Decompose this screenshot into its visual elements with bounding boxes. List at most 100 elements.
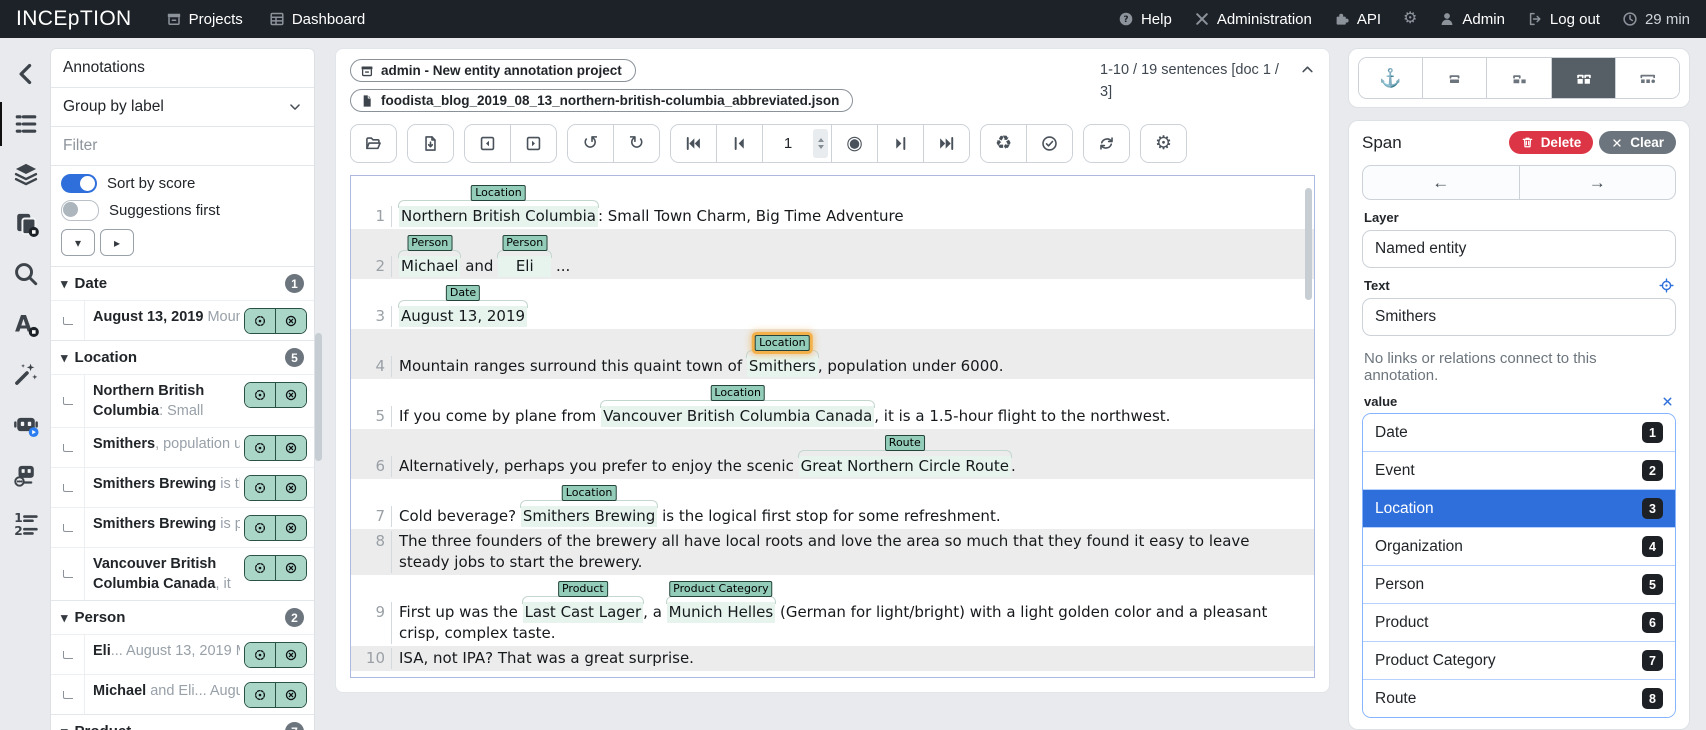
group-header-location[interactable]: ▾ Location 5 [51,340,314,374]
reject-annotation-button[interactable] [275,643,306,667]
rail-item-robot[interactable] [0,402,50,446]
clear-button[interactable]: Clear [1599,131,1676,154]
reject-annotation-button[interactable] [275,309,306,333]
redo-button[interactable]: ↻ [613,125,659,162]
suggestion-item[interactable]: Smithers Brewing is th [51,467,314,507]
nav-item-projects[interactable]: Projects [166,11,243,28]
rail-item-magic-wand[interactable] [0,352,50,396]
value-option-person[interactable]: Person 5 [1363,565,1675,603]
annotated-span[interactable]: Vancouver British Columbia Canada Locatio… [600,385,876,427]
pin-scroll-button[interactable]: ⚓ [1359,58,1423,98]
jump-to-annotation-button[interactable] [245,383,275,407]
undo-button[interactable]: ↺ [568,125,613,162]
mode-wide-button[interactable] [1614,58,1679,98]
annotated-span[interactable]: August 13, 2019 Date [397,285,529,327]
nav-item-admin[interactable]: Admin [1439,11,1505,28]
annotated-span[interactable]: Great Northern Circle Route Route [797,435,1013,477]
refresh-button[interactable] [1084,125,1129,162]
reject-annotation-button[interactable] [275,476,306,500]
annotated-span[interactable]: Northern British Columbia Location [398,185,599,227]
mode-chips-button[interactable] [1550,58,1615,98]
nav-item-dashboard[interactable]: Dashboard [269,11,365,28]
reject-annotation-button[interactable] [275,516,306,540]
panel-right-button[interactable] [510,125,556,162]
annotated-span[interactable]: Last Cast Lager Product [521,581,644,623]
value-option-organization[interactable]: Organization 4 [1363,527,1675,565]
document-scrollbar[interactable] [1305,188,1312,300]
group-header-product[interactable]: ▾ Product 7 [51,714,314,730]
nav-first-button[interactable] [671,125,716,162]
jump-to-annotation-button[interactable] [245,476,275,500]
value-option-location[interactable]: Location 3 [1363,489,1675,527]
recycle-button[interactable]: ♻ [981,125,1026,162]
jump-to-annotation-button[interactable] [245,309,275,333]
nav-next-button[interactable] [877,125,923,162]
suggestion-item[interactable]: Vancouver British Columbia Canada, it is… [51,547,314,600]
mode-labels-button[interactable] [1486,58,1551,98]
annotated-span[interactable]: Smithers Location [745,335,819,377]
nav-prev-button[interactable] [716,125,762,162]
check-circle-button[interactable] [1026,125,1072,162]
annotated-span[interactable]: Smithers Brewing Location [519,485,658,527]
reject-annotation-button[interactable] [275,683,306,707]
jump-to-annotation-button[interactable] [245,516,275,540]
nav-item-help[interactable]: ? Help [1118,11,1172,28]
nav-item-api[interactable]: API [1334,11,1381,28]
suggestion-item[interactable]: Smithers Brewing is p [51,507,314,547]
chevron-up-icon[interactable] [1300,62,1315,77]
value-option-date[interactable]: Date 1 [1363,414,1675,451]
folder-open-button[interactable] [351,125,396,162]
value-option-event[interactable]: Event 2 [1363,451,1675,489]
rail-item-search[interactable] [0,252,50,296]
rail-item-annotations-list[interactable] [0,102,50,146]
rail-item-documents[interactable] [0,202,50,246]
settings-button[interactable]: ⚙ [1141,125,1186,162]
nav-last-button[interactable] [923,125,969,162]
annotated-span[interactable]: Munich Helles Product Category [665,581,776,623]
reject-annotation-button[interactable] [275,556,306,580]
text-field[interactable]: Smithers [1362,298,1676,336]
annotated-span[interactable]: Eli Person [497,235,553,277]
annotation-label-chip[interactable]: Location [471,185,526,201]
prev-annotation-button[interactable]: ← [1363,166,1519,199]
jump-to-annotation-button[interactable] [245,436,275,460]
annotated-span[interactable]: Michael Person [397,235,462,277]
nav-item-log-out[interactable]: Log out [1527,11,1600,28]
value-option-product-category[interactable]: Product Category 7 [1363,641,1675,679]
annotation-label-chip[interactable]: Location [755,335,810,351]
group-by-select[interactable]: Group by label [51,88,314,127]
toggle-sort-by-score[interactable]: Sort by score [61,174,304,193]
page-number-input[interactable]: 1 [762,125,831,162]
annotation-label-chip[interactable]: Location [561,485,617,501]
rail-item-chevron-left[interactable] [0,52,50,96]
jump-to-annotation-button[interactable] [245,556,275,580]
suggestion-item[interactable]: Eli... August 13, 2019 M [51,634,314,674]
jump-to-annotation-button[interactable] [245,643,275,667]
expand-all-button[interactable]: ▸ [100,229,134,256]
annotation-label-chip[interactable]: Date [445,285,481,301]
crosshair-icon[interactable] [1659,278,1674,293]
mode-compact-button[interactable] [1422,58,1487,98]
close-icon[interactable] [1661,395,1674,408]
annotation-label-chip[interactable]: Product Category [669,581,773,597]
nav-item-administration[interactable]: Administration [1194,11,1312,28]
focus-button[interactable]: ◉ [831,125,877,162]
value-option-route[interactable]: Route 8 [1363,679,1675,717]
rail-item-letter-a[interactable]: A [0,302,50,346]
panel-left-button[interactable] [465,125,510,162]
annotation-label-chip[interactable]: Product [557,581,608,597]
rail-item-layers[interactable] [0,152,50,196]
suggestion-item[interactable]: Michael and Eli... Augu [51,674,314,714]
page-number-stepper[interactable] [813,129,828,158]
annotation-label-chip[interactable]: Route [884,435,925,451]
annotation-label-chip[interactable]: Person [502,235,548,251]
nav-item-29-min[interactable]: 29 min [1622,11,1690,28]
jump-to-annotation-button[interactable] [245,683,275,707]
suggestion-item[interactable]: Smithers, population u [51,427,314,467]
group-header-date[interactable]: ▾ Date 1 [51,266,314,300]
toggle-suggestions-first[interactable]: Suggestions first [61,200,304,221]
toggle-switch[interactable] [61,174,97,193]
toggle-switch[interactable] [61,200,99,221]
layer-field[interactable]: Named entity [1362,230,1676,268]
app-logo[interactable]: INCEpTION [16,7,132,31]
